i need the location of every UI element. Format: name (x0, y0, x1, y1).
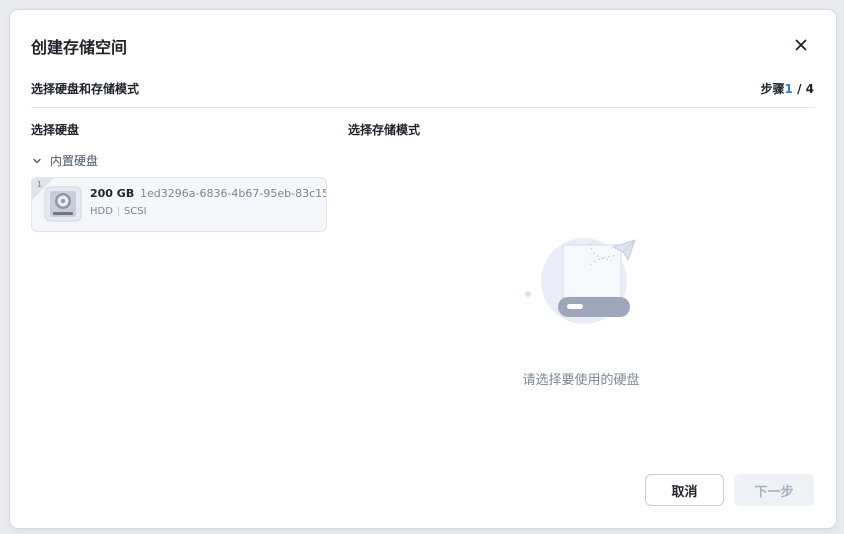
disk-card[interactable]: 1 200 GB 1ed3296a-6836-4b67-95eb-83c15..… (31, 177, 327, 232)
close-icon (795, 39, 807, 51)
close-button[interactable] (790, 34, 812, 56)
tag-separator (117, 207, 119, 216)
empty-state-text: 请选择要使用的硬盘 (522, 373, 640, 388)
step-separator: / (792, 82, 806, 96)
group-label: 内置硬盘 (50, 154, 99, 168)
chevron-down-icon (33, 158, 41, 163)
hard-disk-icon (44, 186, 82, 222)
disk-interface: SCSI (123, 206, 147, 217)
disk-type: HDD (90, 206, 113, 217)
select-disk-title: 选择硬盘 (31, 123, 80, 137)
step-current: 1 (784, 82, 793, 96)
select-storage-mode-title: 选择存储模式 (348, 123, 421, 137)
empty-disk-illustration (525, 238, 636, 324)
disk-index: 1 (37, 180, 43, 189)
disk-tags: HDD SCSI (90, 206, 147, 217)
header-divider (31, 107, 815, 108)
create-storage-dialog: 创建存储空间 选择硬盘和存储模式 步骤1 / 4 选择硬盘 选择存储模式 内置硬… (10, 10, 836, 528)
dialog-title: 创建存储空间 (31, 38, 128, 57)
step-total: 4 (805, 82, 814, 96)
disk-size: 200 GB (90, 187, 135, 200)
internal-disk-group-toggle[interactable]: 内置硬盘 (32, 152, 98, 169)
next-step-button[interactable]: 下一步 (734, 474, 814, 506)
step-counter: 步骤1 / 4 (761, 80, 814, 97)
cancel-button[interactable]: 取消 (645, 474, 724, 506)
step-title: 选择硬盘和存储模式 (31, 82, 140, 96)
disk-id: 1ed3296a-6836-4b67-95eb-83c15... (140, 187, 327, 200)
step-label: 步骤 (760, 82, 785, 96)
